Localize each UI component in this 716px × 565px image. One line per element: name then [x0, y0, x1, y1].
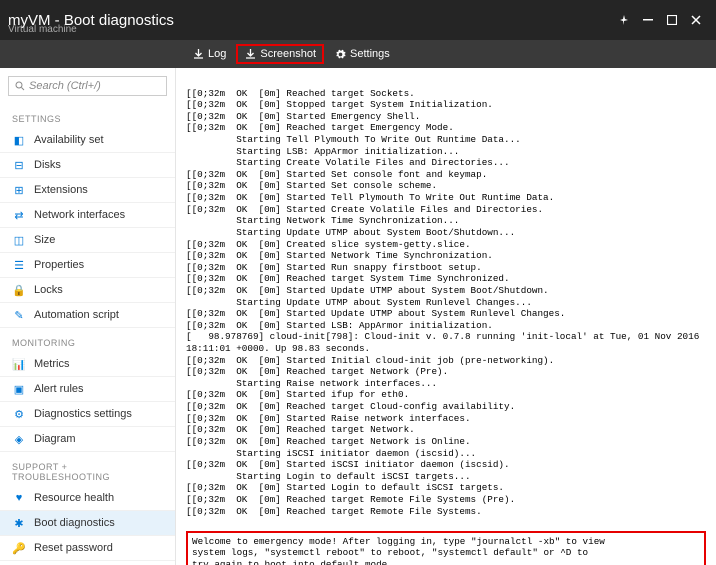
sidebar: Search (Ctrl+/) SETTINGS ◧Availability s… [0, 68, 176, 565]
network-icon: ⇄ [12, 208, 26, 222]
download-icon [192, 48, 204, 60]
section-support: SUPPORT + TROUBLESHOOTING [0, 452, 175, 486]
search-placeholder: Search (Ctrl+/) [29, 80, 101, 92]
settings-label: Settings [350, 48, 390, 60]
sidebar-item-extensions[interactable]: ⊞Extensions [0, 178, 175, 203]
section-settings: SETTINGS [0, 104, 175, 128]
properties-icon: ☰ [12, 258, 26, 272]
availability-icon: ◧ [12, 133, 26, 147]
script-icon: ✎ [12, 308, 26, 322]
boot-icon: ✱ [12, 516, 26, 530]
close-button[interactable] [684, 8, 708, 32]
log-label: Log [208, 48, 226, 60]
section-monitoring: MONITORING [0, 328, 175, 352]
sidebar-item-size[interactable]: ◫Size [0, 228, 175, 253]
sidebar-item-network-interfaces[interactable]: ⇄Network interfaces [0, 203, 175, 228]
metrics-icon: 📊 [12, 357, 26, 371]
diagnostics-icon: ⚙ [12, 407, 26, 421]
sidebar-item-metrics[interactable]: 📊Metrics [0, 352, 175, 377]
console-output: [[0;32m OK [0m] Reached target Sockets. … [176, 68, 716, 565]
minimize-button[interactable] [636, 8, 660, 32]
sidebar-item-resource-health[interactable]: ♥Resource health [0, 486, 175, 511]
sidebar-item-locks[interactable]: 🔒Locks [0, 278, 175, 303]
toolbar: Log Screenshot Settings [0, 40, 716, 68]
download-icon [244, 48, 256, 60]
sidebar-item-disks[interactable]: ⊟Disks [0, 153, 175, 178]
window-titlebar: myVM - Boot diagnostics Virtual machine [0, 0, 716, 40]
extensions-icon: ⊞ [12, 183, 26, 197]
sidebar-item-automation-script[interactable]: ✎Automation script [0, 303, 175, 328]
settings-button[interactable]: Settings [326, 44, 398, 64]
maximize-button[interactable] [660, 8, 684, 32]
window-subtitle: Virtual machine [8, 24, 77, 35]
diagram-icon: ◈ [12, 432, 26, 446]
lock-icon: 🔒 [12, 283, 26, 297]
search-icon [15, 81, 25, 91]
screenshot-button[interactable]: Screenshot [236, 44, 324, 64]
sidebar-item-availability-set[interactable]: ◧Availability set [0, 128, 175, 153]
sidebar-item-properties[interactable]: ☰Properties [0, 253, 175, 278]
size-icon: ◫ [12, 233, 26, 247]
key-icon: 🔑 [12, 541, 26, 555]
sidebar-item-diagnostics-settings[interactable]: ⚙Diagnostics settings [0, 402, 175, 427]
screenshot-label: Screenshot [260, 48, 316, 60]
sidebar-item-alert-rules[interactable]: ▣Alert rules [0, 377, 175, 402]
emergency-message: Welcome to emergency mode! After logging… [186, 531, 706, 565]
sidebar-item-diagram[interactable]: ◈Diagram [0, 427, 175, 452]
alert-icon: ▣ [12, 382, 26, 396]
log-button[interactable]: Log [184, 44, 234, 64]
sidebar-item-redeploy[interactable]: ↻Redeploy [0, 561, 175, 565]
gear-icon [334, 48, 346, 60]
sidebar-item-reset-password[interactable]: 🔑Reset password [0, 536, 175, 561]
console-lines: [[0;32m OK [0m] Reached target Sockets. … [186, 88, 706, 518]
disks-icon: ⊟ [12, 158, 26, 172]
sidebar-item-boot-diagnostics[interactable]: ✱Boot diagnostics [0, 511, 175, 536]
search-input[interactable]: Search (Ctrl+/) [8, 76, 167, 96]
health-icon: ♥ [12, 491, 26, 505]
pin-icon[interactable] [612, 8, 636, 32]
